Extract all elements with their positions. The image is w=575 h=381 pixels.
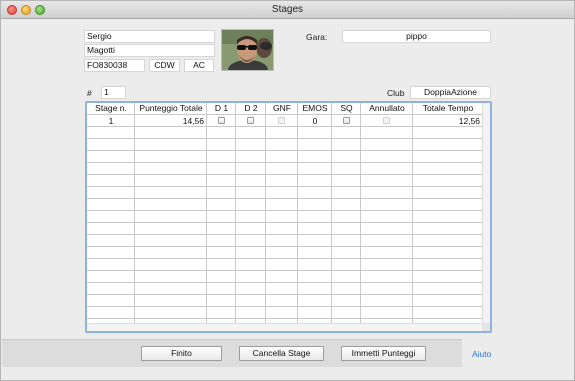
entry-number-field[interactable]: 1 [101, 86, 126, 99]
shooter-code-field[interactable]: FO830038 [84, 59, 145, 72]
aiuto-link[interactable]: Aiuto [472, 349, 491, 359]
category-field[interactable]: AC [184, 59, 214, 72]
gara-label: Gara: [306, 32, 328, 42]
cancella-stage-button[interactable]: Cancella Stage [239, 346, 324, 361]
last-name-field[interactable]: Magotti [84, 44, 215, 57]
table-horizontal-scrollbar[interactable] [87, 323, 483, 331]
entry-number-label: # [87, 88, 92, 98]
row1-sq-checkbox[interactable] [343, 117, 350, 124]
row1-annullato-checkbox[interactable] [383, 117, 390, 124]
table-resize-corner [482, 323, 490, 331]
club-field[interactable]: DoppiaAzione [410, 86, 491, 99]
header-sq[interactable]: SQ [332, 103, 361, 114]
gara-field[interactable]: pippo [342, 30, 491, 43]
header-d2[interactable]: D 2 [236, 103, 266, 114]
row1-d1-checkbox[interactable] [218, 117, 225, 124]
stages-window: Stages Sergio Magotti FO830038 CDW AC Ga… [0, 0, 575, 381]
stages-grid: Stage n. Punteggio Totale D 1 D 2 GNF EM… [87, 103, 483, 323]
window-title: Stages [271, 4, 304, 15]
shooter-photo-image [222, 30, 273, 70]
division-field[interactable]: CDW [149, 59, 180, 72]
row1-totale-tempo[interactable]: 12,56 [413, 115, 483, 127]
first-name-field[interactable]: Sergio [84, 30, 215, 43]
immetti-punteggi-button[interactable]: Immetti Punteggi [341, 346, 426, 361]
header-gnf[interactable]: GNF [266, 103, 298, 114]
table-column-divider [87, 103, 135, 323]
row1-punteggio[interactable]: 14,56 [135, 115, 207, 127]
header-totale-tempo[interactable]: Totale Tempo [413, 103, 483, 114]
table-vertical-scrollbar[interactable] [482, 103, 490, 324]
header-stage[interactable]: Stage n. [87, 103, 135, 114]
shooter-photo [221, 29, 274, 71]
finito-button[interactable]: Finito [141, 346, 222, 361]
title-bar: Stages [1, 1, 574, 19]
row1-gnf-checkbox[interactable] [278, 117, 285, 124]
row1-d2-checkbox[interactable] [247, 117, 254, 124]
stages-table[interactable]: Stage n. Punteggio Totale D 1 D 2 GNF EM… [85, 101, 492, 333]
club-label: Club [387, 88, 405, 98]
header-punteggio[interactable]: Punteggio Totale [135, 103, 207, 114]
row1-emos[interactable]: 0 [298, 115, 332, 127]
row1-stage[interactable]: 1 [87, 115, 135, 127]
header-annullato[interactable]: Annullato [361, 103, 413, 114]
header-d1[interactable]: D 1 [207, 103, 236, 114]
header-emos[interactable]: EMOS [298, 103, 332, 114]
